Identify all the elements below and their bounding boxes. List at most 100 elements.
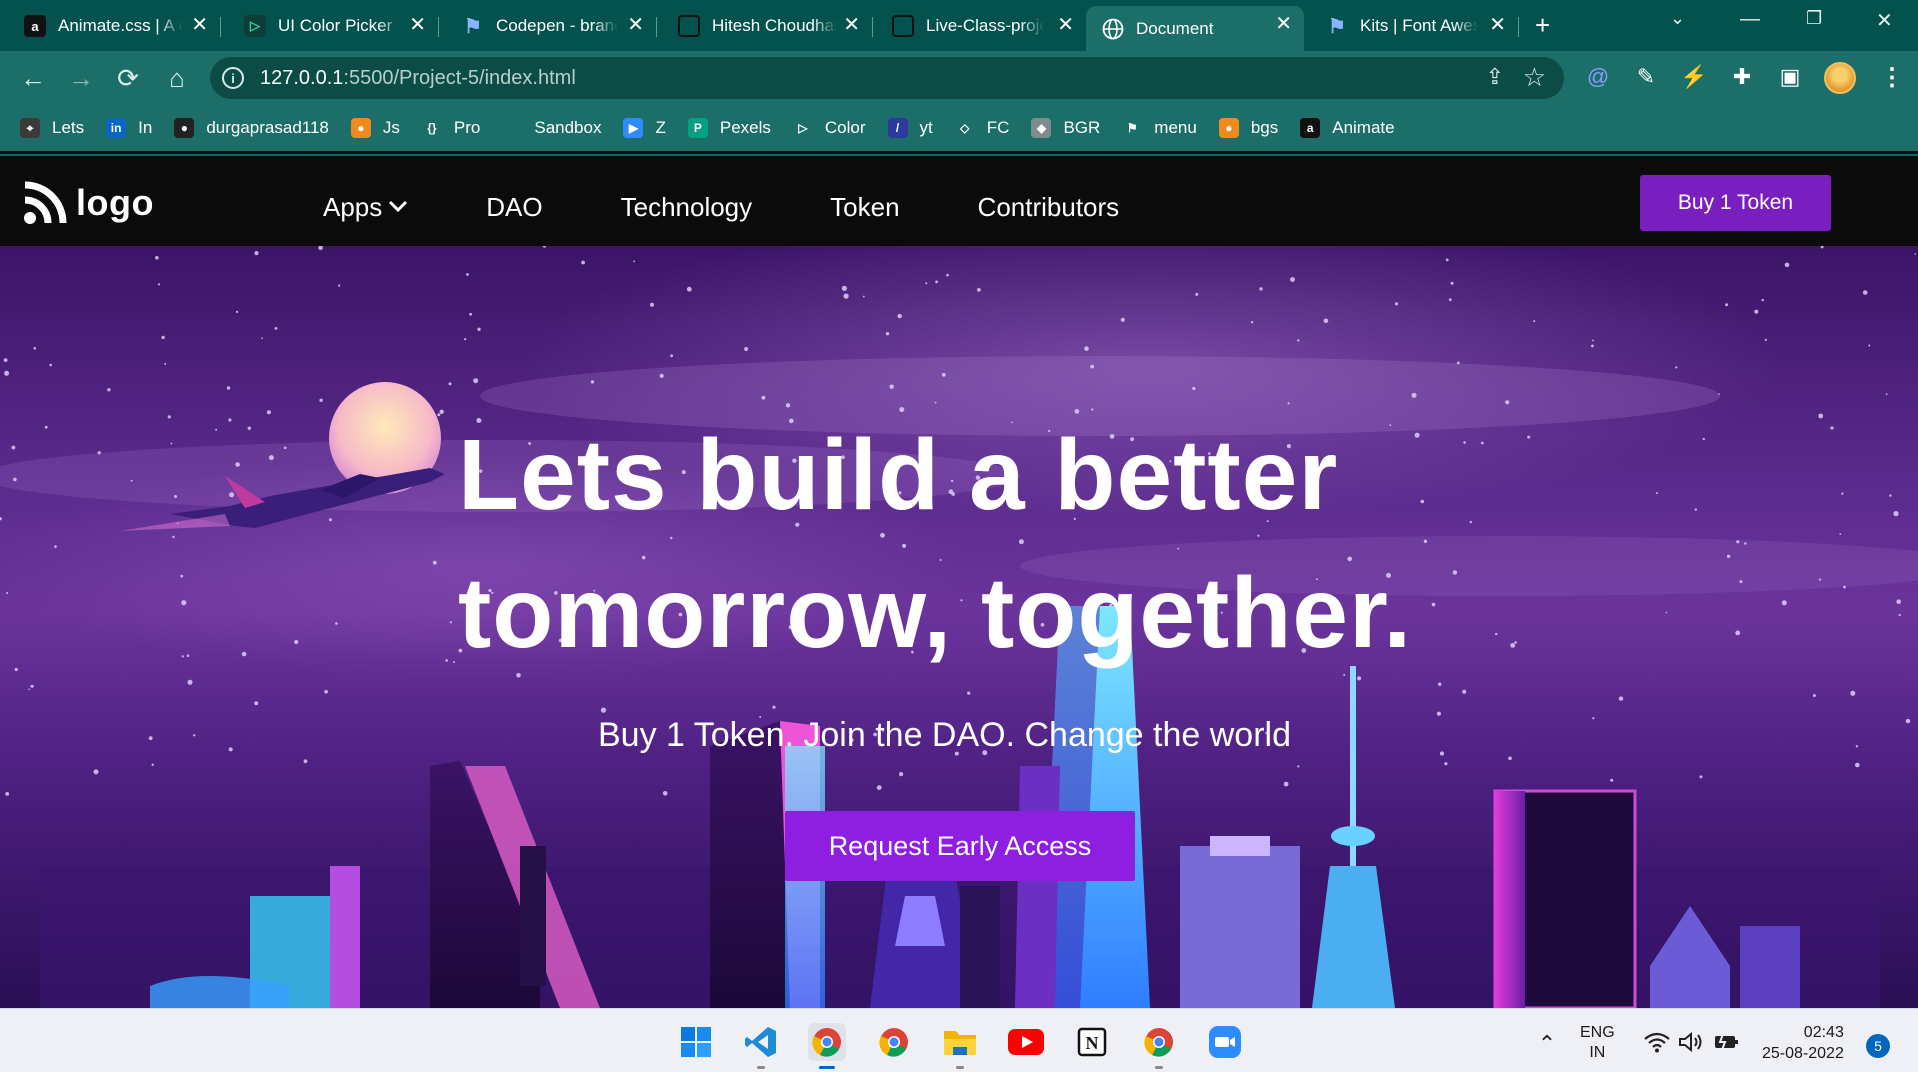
address-bar[interactable]: i 127.0.0.1:5500/Project-5/index.html ⇪ … [210,57,1564,99]
star-dot [941,372,946,377]
share-icon[interactable]: ⇪ [1486,64,1504,90]
file-explorer-icon[interactable] [941,1023,979,1069]
bookmark-item[interactable]: ⌖ Lets [20,118,84,138]
url-text[interactable]: 127.0.0.1:5500/Project-5/index.html [260,67,576,90]
bookmark-item[interactable]: a Animate [1300,118,1395,138]
nav-dao[interactable]: DAO [486,192,542,223]
notification-count-badge[interactable]: 5 [1866,1034,1890,1058]
input-language-indicator[interactable]: ENG IN [1580,1023,1615,1063]
nav-contributors[interactable]: Contributors [978,192,1120,223]
zoom-icon[interactable] [1206,1023,1244,1061]
close-icon[interactable]: ✕ [843,15,860,35]
star-dot [862,295,865,298]
minimize-icon[interactable]: — [1740,8,1760,31]
request-early-access-button[interactable]: Request Early Access [785,811,1135,881]
tab-codepen-brand[interactable]: ⚑ Codepen - brand ✕ [446,7,657,45]
bookmark-item[interactable]: ● bgs [1218,118,1278,138]
chrome-icon[interactable] [875,1023,913,1061]
star-dot [28,688,31,691]
tab-live-class-project[interactable]: Live-Class-project ✕ [876,7,1086,45]
wifi-icon[interactable] [1638,1023,1676,1061]
bookmark-item[interactable]: ◇ FC [954,118,1009,138]
tab-animate-css[interactable]: a Animate.css | A cross-browser library … [8,7,221,45]
youtube-icon[interactable] [1007,1023,1045,1061]
forward-arrow-icon[interactable]: → [66,63,96,93]
extension-icon[interactable]: @ [1584,63,1612,91]
battery-charging-icon[interactable] [1708,1023,1746,1061]
show-hidden-icons-chevron-icon[interactable]: ⌃ [1528,1025,1566,1063]
star-dot [1736,540,1740,544]
back-arrow-icon[interactable]: ← [18,63,48,93]
bookmark-item[interactable]: ⚑ menu [1122,118,1197,138]
home-icon[interactable]: ⌂ [162,63,192,93]
close-icon[interactable]: ✕ [1489,15,1506,35]
star-dot [180,574,184,578]
rss-logo-icon [24,181,67,224]
nav-technology[interactable]: Technology [621,192,753,223]
bookmark-item[interactable]: in In [106,118,152,138]
profile-avatar[interactable] [1824,62,1856,94]
clock-date: 25-08-2022 [1762,1045,1844,1062]
star-dot [1120,317,1125,322]
star-dot [889,384,894,389]
star-dot [324,689,328,694]
nav-apps[interactable]: Apps [323,192,408,223]
bookmark-item[interactable]: {} Pro [421,118,480,138]
reload-icon[interactable]: ⟳ [113,63,143,93]
volume-icon[interactable] [1672,1023,1710,1061]
bookmark-item[interactable]: ● durgaprasad118 [174,118,329,138]
close-icon[interactable]: ✕ [1057,15,1074,35]
bookmark-item[interactable]: Sandbox [502,118,601,138]
chrome-profile-icon[interactable] [808,1023,846,1069]
star-dot [335,622,338,625]
flag-icon: ⚑ [464,15,482,38]
close-icon[interactable]: ✕ [409,15,426,35]
runner-extension-icon[interactable]: ⚡ [1680,63,1708,91]
bookmark-favicon-icon: in [106,118,127,138]
star-dot [294,639,299,645]
bookmark-item[interactable]: / yt [887,118,933,138]
window-close-icon[interactable]: ✕ [1876,8,1893,33]
bookmark-item[interactable]: ● Js [350,118,400,138]
tab-search-chevron-icon[interactable]: ⌄ [1670,8,1685,29]
restore-icon[interactable]: ❐ [1806,8,1822,29]
nav-token[interactable]: Token [830,192,899,223]
close-icon[interactable]: ✕ [191,15,208,35]
star-dot [1438,682,1442,686]
system-clock[interactable]: 02:43 25-08-2022 [1762,1022,1844,1064]
star-dot [268,455,274,461]
tab-font-awesome-kits[interactable]: ⚑ Kits | Font Awesome ✕ [1310,7,1519,45]
side-panel-icon[interactable]: ▣ [1776,63,1804,91]
star-dot [283,446,287,450]
buy-token-button[interactable]: Buy 1 Token [1640,175,1831,231]
star-dot [1444,762,1448,766]
chrome-secondary-profile-icon[interactable] [1140,1023,1178,1069]
vscode-icon[interactable] [742,1023,780,1069]
site-info-icon[interactable]: i [222,67,244,89]
site-logo[interactable]: logo [22,180,154,226]
star-dot [5,792,10,796]
bookmark-star-icon[interactable]: ☆ [1523,62,1546,93]
animate-favicon-icon: a [24,15,46,37]
close-icon[interactable]: ✕ [627,15,644,35]
tab-hitesh-choudhary[interactable]: Hitesh Choudhary ✕ [662,7,873,45]
extensions-puzzle-icon[interactable]: ✚ [1728,63,1756,91]
browser-menu-icon[interactable]: ⋮ [1880,63,1904,92]
bookmark-item[interactable]: P Pexels [687,118,771,138]
bookmark-item[interactable]: ▶ Z [623,118,666,138]
tab-document-active[interactable]: Document ✕ [1086,6,1304,51]
star-dot [744,347,749,351]
bookmark-item[interactable]: ▷ Color [792,118,866,138]
star-dot [977,288,981,292]
star-dot [1618,696,1624,701]
new-tab-plus-icon[interactable]: + [1535,12,1550,38]
close-icon[interactable]: ✕ [1275,14,1292,34]
browser-tab-strip: a Animate.css | A cross-browser library … [0,0,1918,51]
star-dot [967,691,971,695]
eyedropper-extension-icon[interactable]: ✎ [1632,63,1660,91]
tab-ui-color-picker[interactable]: ▷ UI Color Picker ✕ [228,7,439,45]
notion-icon[interactable]: N [1073,1023,1111,1061]
start-windows-icon[interactable] [677,1023,715,1061]
codepen-run-icon: ▷ [244,15,266,37]
bookmark-item[interactable]: ◆ BGR [1031,118,1100,138]
